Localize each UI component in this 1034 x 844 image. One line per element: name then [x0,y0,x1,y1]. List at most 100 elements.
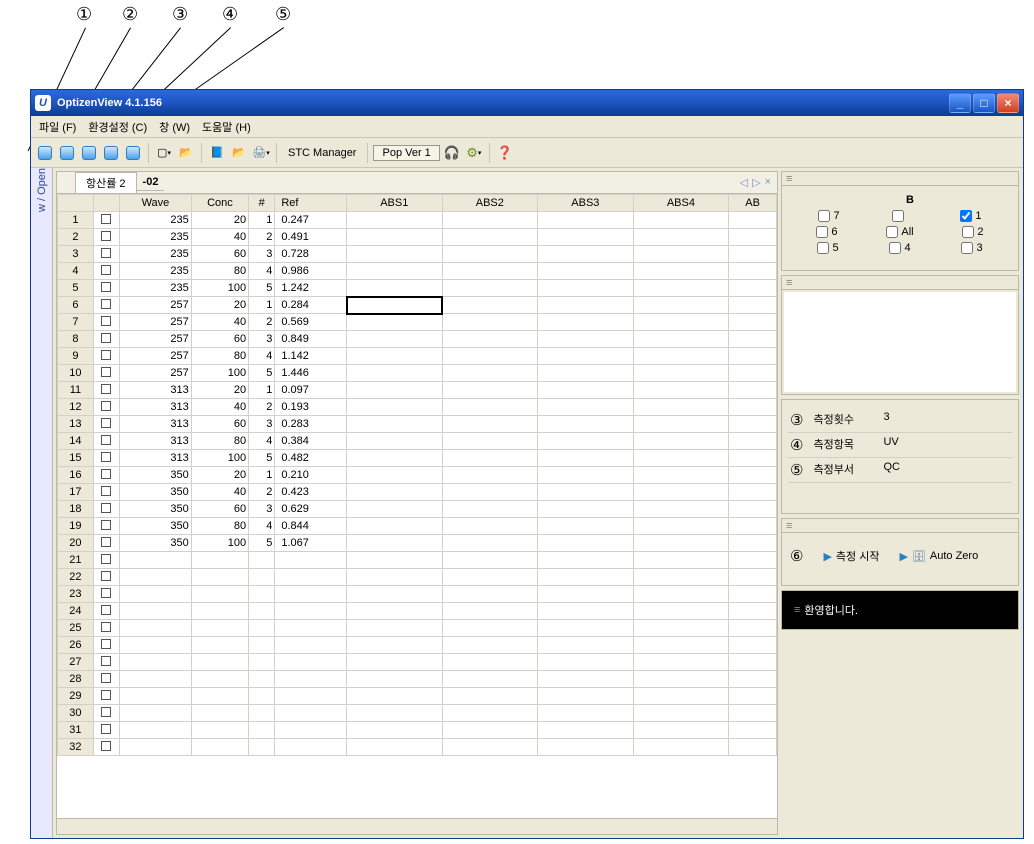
cell-conc[interactable]: 20 [191,467,248,484]
cell-abs3[interactable] [538,671,634,688]
table-row[interactable]: 173504020.423 [58,484,777,501]
cell-abs2[interactable] [442,229,538,246]
cell-abs2[interactable] [442,569,538,586]
cell-abs1[interactable] [347,535,443,552]
table-row[interactable]: 28 [58,671,777,688]
cell-wave[interactable]: 313 [120,416,192,433]
cell-wave[interactable]: 235 [120,280,192,297]
cell-ab[interactable] [729,433,777,450]
table-row[interactable]: 31 [58,722,777,739]
col-Ref[interactable]: Ref [275,195,347,212]
table-row[interactable]: 30 [58,705,777,722]
cell-ref[interactable] [275,569,347,586]
cell-ab[interactable] [729,535,777,552]
cell-wave[interactable] [120,603,192,620]
cell-wave[interactable] [120,739,192,756]
gear-icon[interactable]: ⚙▾ [464,143,484,163]
cell-wave[interactable] [120,637,192,654]
cell-abs3[interactable] [538,637,634,654]
cell-conc[interactable]: 100 [191,450,248,467]
cell-ab[interactable] [729,467,777,484]
tool-cube-1[interactable] [35,143,55,163]
cell-abs1[interactable] [347,433,443,450]
row-check[interactable] [93,399,119,416]
cell-idx[interactable]: 2 [249,484,275,501]
row-number[interactable]: 4 [58,263,94,280]
table-row[interactable]: 26 [58,637,777,654]
cell-abs1[interactable] [347,280,443,297]
cell-abs3[interactable] [538,246,634,263]
cell-ab[interactable] [729,212,777,229]
cell-ab[interactable] [729,569,777,586]
col-Conc[interactable]: Conc [191,195,248,212]
cell-abs2[interactable] [442,297,538,314]
row-check[interactable] [93,535,119,552]
cell-conc[interactable]: 80 [191,263,248,280]
row-check[interactable] [93,348,119,365]
cell-ref[interactable] [275,586,347,603]
row-check[interactable] [93,212,119,229]
cell-abs1[interactable] [347,603,443,620]
tab-next-icon[interactable]: ▷ [752,176,760,189]
cell-ref[interactable]: 0.247 [275,212,347,229]
cell-abs4[interactable] [633,450,729,467]
cell-abs4[interactable] [633,297,729,314]
cell-wave[interactable]: 235 [120,229,192,246]
cell-idx[interactable] [249,654,275,671]
cell-abs1[interactable] [347,722,443,739]
table-row[interactable]: 29 [58,688,777,705]
cell-ref[interactable]: 1.142 [275,348,347,365]
col-ABS2[interactable]: ABS2 [442,195,538,212]
start-measure-button[interactable]: ▶ 측정 시작 [823,548,879,564]
row-check[interactable] [93,705,119,722]
cell-ab[interactable] [729,331,777,348]
stc-manager-button[interactable]: STC Manager [282,147,362,159]
cell-abs3[interactable] [538,212,634,229]
help-icon[interactable]: ❓ [495,143,515,163]
menu-window[interactable]: 창 (W) [159,119,190,135]
cell-abs1[interactable] [347,348,443,365]
cell-abs1[interactable] [347,229,443,246]
cell-abs3[interactable] [538,297,634,314]
cell-ref[interactable] [275,671,347,688]
row-check[interactable] [93,603,119,620]
cell-conc[interactable]: 60 [191,246,248,263]
cell-wave[interactable]: 235 [120,246,192,263]
cell-ab[interactable] [729,229,777,246]
close-button[interactable]: × [997,93,1019,113]
pop-ver-button[interactable]: Pop Ver 1 [373,145,439,161]
cell-wave[interactable]: 350 [120,501,192,518]
cell-abs1[interactable] [347,654,443,671]
cell-idx[interactable] [249,586,275,603]
cell-conc[interactable] [191,671,248,688]
row-number[interactable]: 22 [58,569,94,586]
cell-abs2[interactable] [442,314,538,331]
table-row[interactable]: 22 [58,569,777,586]
cell-abs3[interactable] [538,467,634,484]
table-row[interactable]: 25 [58,620,777,637]
cell-abs4[interactable] [633,365,729,382]
cell-abs3[interactable] [538,654,634,671]
cell-abs2[interactable] [442,739,538,756]
tool-cube-3[interactable] [79,143,99,163]
cell-abs2[interactable] [442,586,538,603]
cell-ab[interactable] [729,382,777,399]
cell-conc[interactable] [191,739,248,756]
table-row[interactable]: 23 [58,586,777,603]
cell-ab[interactable] [729,586,777,603]
row-number[interactable]: 26 [58,637,94,654]
cell-ref[interactable] [275,654,347,671]
cell-abs4[interactable] [633,212,729,229]
tab-active[interactable]: 항산률 2 [75,172,137,193]
row-number[interactable]: 10 [58,365,94,382]
cell-ref[interactable]: 0.097 [275,382,347,399]
table-row[interactable]: 1025710051.446 [58,365,777,382]
cell-ab[interactable] [729,739,777,756]
cell-ab[interactable] [729,297,777,314]
cell-abs4[interactable] [633,467,729,484]
cell-ref[interactable]: 0.728 [275,246,347,263]
row-check[interactable] [93,637,119,654]
row-number[interactable]: 3 [58,246,94,263]
cell-wave[interactable]: 313 [120,382,192,399]
cell-ab[interactable] [729,263,777,280]
